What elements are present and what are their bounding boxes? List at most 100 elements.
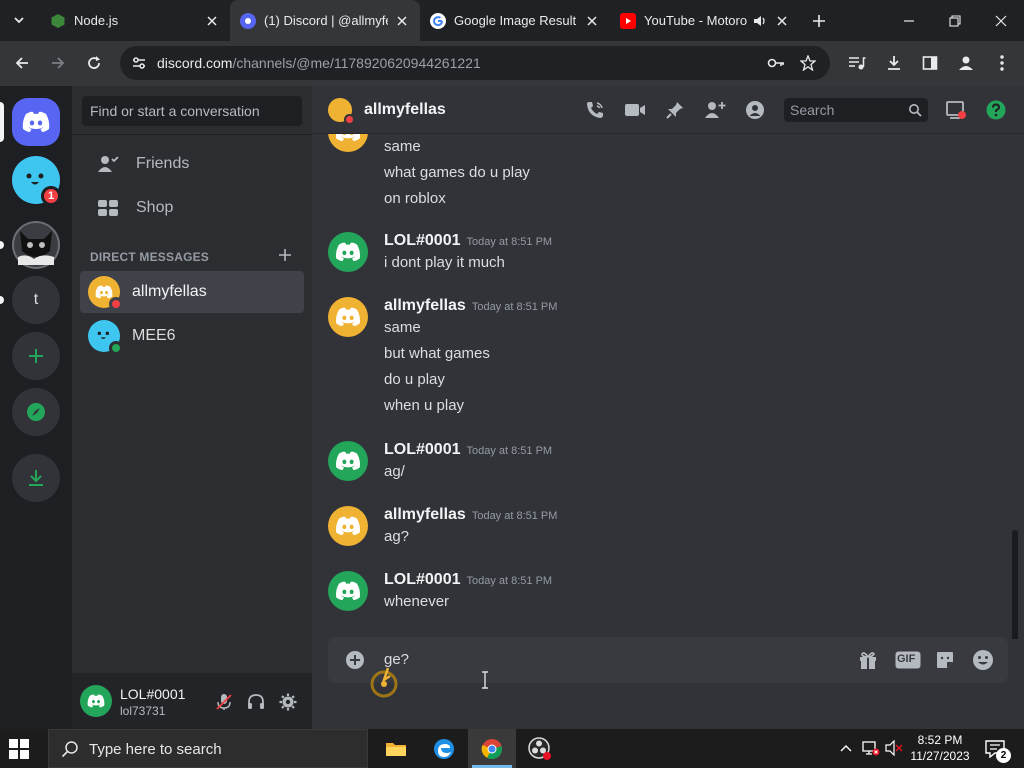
message-avatar[interactable] bbox=[328, 232, 368, 272]
search-icon bbox=[907, 102, 923, 118]
tab-search-chevron-icon[interactable] bbox=[8, 10, 30, 30]
mute-mic-icon[interactable] bbox=[213, 691, 235, 713]
user-profile-icon[interactable] bbox=[743, 99, 767, 121]
chat-search-input[interactable]: Search bbox=[784, 98, 928, 122]
video-call-icon[interactable] bbox=[623, 99, 647, 121]
taskbar-search-input[interactable]: Type here to search bbox=[48, 729, 368, 768]
help-icon[interactable] bbox=[984, 99, 1008, 121]
upload-plus-icon[interactable] bbox=[344, 649, 366, 671]
discord-home-button[interactable] bbox=[12, 98, 60, 146]
sticker-icon[interactable] bbox=[933, 649, 957, 671]
message-text: do u play bbox=[384, 371, 445, 388]
bookmark-star-icon[interactable] bbox=[798, 53, 818, 73]
profile-icon[interactable] bbox=[955, 52, 977, 74]
close-tab-icon[interactable] bbox=[204, 13, 220, 29]
network-icon[interactable] bbox=[862, 739, 880, 757]
download-icon[interactable] bbox=[883, 52, 905, 74]
message-scrollbar[interactable] bbox=[1012, 530, 1018, 639]
add-server-button[interactable] bbox=[12, 332, 60, 380]
minimize-icon[interactable] bbox=[898, 10, 920, 32]
message-author[interactable]: LOL#0001 bbox=[384, 232, 460, 249]
download-apps-button[interactable] bbox=[12, 454, 60, 502]
message-avatar[interactable] bbox=[328, 506, 368, 546]
voice-call-icon[interactable] bbox=[583, 99, 607, 121]
restore-icon[interactable] bbox=[944, 10, 966, 32]
taskbar-file-explorer[interactable] bbox=[372, 729, 420, 768]
message-avatar[interactable] bbox=[328, 571, 368, 611]
taskbar-chrome[interactable] bbox=[468, 729, 516, 768]
sidebar-item-friends[interactable]: Friends bbox=[80, 143, 304, 185]
side-panel-icon[interactable] bbox=[919, 52, 941, 74]
media-controls-icon[interactable] bbox=[846, 52, 868, 74]
message-author[interactable]: LOL#0001 bbox=[384, 441, 460, 458]
site-info-icon[interactable] bbox=[130, 54, 148, 72]
server-cat[interactable] bbox=[12, 221, 60, 269]
tab-nodejs[interactable]: Node.js bbox=[40, 0, 230, 41]
server-t[interactable]: t bbox=[12, 276, 60, 324]
message-composer[interactable]: ge? GIF bbox=[328, 637, 1008, 683]
message-text: ag/ bbox=[384, 463, 405, 480]
tab-youtube[interactable]: YouTube - Motorol bbox=[610, 0, 800, 41]
message-author[interactable]: LOL#0001 bbox=[384, 571, 460, 588]
close-window-icon[interactable] bbox=[990, 10, 1012, 32]
discord-logo-icon bbox=[22, 111, 50, 133]
explore-servers-button[interactable] bbox=[12, 388, 60, 436]
user-avatar[interactable] bbox=[80, 685, 112, 717]
pinned-messages-icon[interactable] bbox=[663, 99, 687, 121]
tray-chevron-up-icon[interactable] bbox=[837, 739, 855, 757]
server-list: 1 t bbox=[0, 86, 72, 729]
unread-indicator bbox=[0, 241, 4, 249]
dm-name: MEE6 bbox=[132, 327, 176, 344]
message-avatar[interactable] bbox=[328, 134, 368, 152]
address-bar[interactable]: discord.com/channels/@me/117892062094426… bbox=[120, 46, 830, 80]
user-tag: lol73731 bbox=[120, 704, 166, 718]
browser-toolbar: discord.com/channels/@me/117892062094426… bbox=[0, 41, 1024, 86]
find-conversation-input[interactable]: Find or start a conversation bbox=[82, 96, 302, 126]
create-dm-plus-icon[interactable] bbox=[276, 246, 294, 264]
message-author[interactable]: allmyfellas bbox=[384, 506, 466, 523]
menu-dots-icon[interactable] bbox=[991, 52, 1013, 74]
dm-item-mee6[interactable]: MEE6 bbox=[80, 315, 304, 357]
message-author[interactable]: allmyfellas bbox=[384, 297, 466, 314]
obs-recorder-icon bbox=[528, 736, 552, 761]
windows-taskbar: Type here to search 8:52 PM 11/27/2023 2 bbox=[0, 729, 1024, 768]
message-text: on roblox bbox=[384, 190, 446, 207]
settings-gear-icon[interactable] bbox=[277, 691, 299, 713]
tab-discord[interactable]: (1) Discord | @allmyfel bbox=[230, 0, 420, 41]
reload-icon[interactable] bbox=[83, 52, 105, 74]
download-icon bbox=[26, 468, 46, 488]
taskbar-edge[interactable] bbox=[420, 729, 468, 768]
windows-start-icon[interactable] bbox=[8, 738, 30, 760]
message-avatar[interactable] bbox=[328, 441, 368, 481]
discord-logo-icon bbox=[94, 285, 114, 299]
back-arrow-icon[interactable] bbox=[11, 52, 33, 74]
tab-google-image[interactable]: Google Image Result bbox=[420, 0, 610, 41]
gift-icon[interactable] bbox=[856, 649, 880, 671]
speaker-icon[interactable] bbox=[752, 13, 768, 29]
forward-arrow-icon[interactable] bbox=[47, 52, 69, 74]
taskbar-clock[interactable]: 8:52 PM 11/27/2023 bbox=[905, 732, 975, 764]
dm-name: allmyfellas bbox=[132, 283, 207, 300]
google-favicon-icon bbox=[430, 12, 446, 29]
divider bbox=[72, 134, 312, 135]
inbox-icon[interactable] bbox=[944, 99, 968, 121]
add-friends-to-dm-icon[interactable] bbox=[703, 99, 727, 121]
new-tab-icon[interactable] bbox=[808, 10, 830, 32]
selected-indicator bbox=[0, 102, 4, 142]
cat-avatar-icon bbox=[14, 223, 58, 267]
taskbar-obs[interactable] bbox=[516, 729, 564, 768]
headphones-icon[interactable] bbox=[245, 691, 267, 713]
close-tab-icon[interactable] bbox=[774, 13, 790, 29]
emoji-icon[interactable] bbox=[971, 649, 995, 671]
gif-button[interactable]: GIF bbox=[894, 649, 922, 671]
volume-muted-icon[interactable] bbox=[885, 739, 903, 757]
key-icon[interactable] bbox=[766, 54, 786, 72]
dm-item-allmyfellas[interactable]: allmyfellas bbox=[80, 271, 304, 313]
edge-browser-icon bbox=[433, 738, 455, 760]
folder-icon bbox=[385, 740, 407, 758]
message-avatar[interactable] bbox=[328, 297, 368, 337]
tab-title: YouTube - Motorol bbox=[644, 13, 748, 28]
sidebar-item-shop[interactable]: Shop bbox=[80, 187, 304, 229]
close-tab-icon[interactable] bbox=[394, 13, 410, 29]
close-tab-icon[interactable] bbox=[584, 13, 600, 29]
